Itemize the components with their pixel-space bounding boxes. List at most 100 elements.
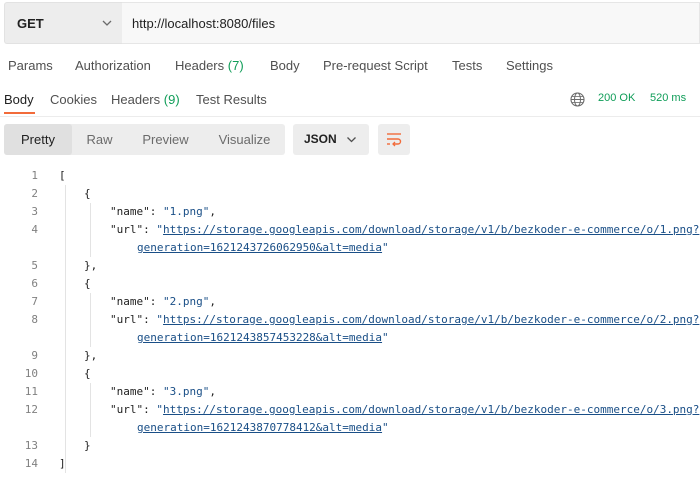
json-key: "name" <box>110 295 150 308</box>
code-line: generation=1621243870778412&alt=media" <box>137 421 389 434</box>
json-colon: : <box>143 313 157 326</box>
tab-settings[interactable]: Settings <box>506 58 553 73</box>
chevron-down-icon <box>102 20 112 26</box>
format-label: JSON <box>304 132 337 146</box>
line-number: 2 <box>31 187 38 200</box>
tab-test-results[interactable]: Test Results <box>196 92 267 107</box>
method-label: GET <box>17 15 44 31</box>
url-link[interactable]: generation=1621243857453228&alt=media <box>137 331 382 344</box>
request-bar: GET http://localhost:8080/files <box>4 2 700 44</box>
view-raw[interactable]: Raw <box>72 124 127 155</box>
line-number: 12 <box>24 403 38 416</box>
status-code[interactable]: 200 OK <box>598 92 635 104</box>
json-key: "url" <box>110 403 144 416</box>
code-line: "name": "3.png", <box>110 385 216 398</box>
view-pretty[interactable]: Pretty <box>4 124 72 155</box>
line-number: 1 <box>31 169 38 182</box>
tab-params[interactable]: Params <box>8 58 53 73</box>
json-quote: " <box>382 421 389 434</box>
tab-cookies[interactable]: Cookies <box>50 92 97 107</box>
wrap-lines-icon <box>387 133 402 147</box>
tab-headers-count: (7) <box>227 58 244 73</box>
tab-response-headers-label: Headers <box>111 92 161 107</box>
line-number: 14 <box>24 457 38 470</box>
url-link[interactable]: generation=1621243870778412&alt=media <box>137 421 382 434</box>
url-link[interactable]: https://storage.googleapis.com/download/… <box>163 403 699 416</box>
code-brace: } <box>84 439 91 452</box>
tab-headers-label: Headers <box>175 58 225 73</box>
json-quote: " <box>156 223 163 236</box>
method-select[interactable]: GET <box>4 2 122 44</box>
json-string: "3.png" <box>163 385 210 398</box>
url-link[interactable]: https://storage.googleapis.com/download/… <box>163 313 699 326</box>
json-key: "url" <box>110 223 144 236</box>
indent-guide <box>65 185 66 473</box>
url-link[interactable]: generation=1621243726062950&alt=media <box>137 241 382 254</box>
code-brace: { <box>84 277 91 290</box>
code-line: "name": "2.png", <box>110 295 216 308</box>
url-text: http://localhost:8080/files <box>132 15 276 31</box>
json-quote: " <box>156 403 163 416</box>
tab-response-headers[interactable]: Headers (9) <box>111 92 180 107</box>
tab-prerequest-script[interactable]: Pre-request Script <box>323 58 428 73</box>
tab-response-body[interactable]: Body <box>4 92 34 107</box>
code-brace: { <box>84 187 91 200</box>
view-mode-toggle: Pretty Raw Preview Visualize <box>4 124 285 155</box>
active-tab-indicator <box>4 112 35 114</box>
code-line: "url": "https://storage.googleapis.com/d… <box>110 313 699 326</box>
view-preview[interactable]: Preview <box>127 124 204 155</box>
json-key: "name" <box>110 205 150 218</box>
json-quote: " <box>382 331 389 344</box>
code-brace: }, <box>84 259 98 272</box>
json-string: "1.png" <box>163 205 210 218</box>
json-quote: " <box>382 241 389 254</box>
line-number: 11 <box>24 385 38 398</box>
code-brace: { <box>84 367 91 380</box>
view-visualize[interactable]: Visualize <box>204 124 285 155</box>
code-bracket: [ <box>59 169 66 182</box>
line-number: 5 <box>31 259 38 272</box>
line-number: 6 <box>31 277 38 290</box>
indent-guide <box>90 203 91 257</box>
divider <box>0 116 700 117</box>
tab-body[interactable]: Body <box>270 58 300 73</box>
json-colon: : <box>143 223 157 236</box>
tab-tests[interactable]: Tests <box>452 58 482 73</box>
format-select[interactable]: JSON <box>293 124 369 155</box>
globe-icon[interactable] <box>570 92 585 107</box>
json-quote: " <box>156 313 163 326</box>
line-number: 10 <box>24 367 38 380</box>
json-colon: : <box>149 385 163 398</box>
code-line: "url": "https://storage.googleapis.com/d… <box>110 403 699 416</box>
code-line: "name": "1.png", <box>110 205 216 218</box>
line-number: 7 <box>31 295 38 308</box>
code-line: "url": "https://storage.googleapis.com/d… <box>110 223 699 236</box>
code-line: generation=1621243857453228&alt=media" <box>137 331 389 344</box>
json-key: "name" <box>110 385 150 398</box>
json-comma: , <box>209 295 216 308</box>
response-time[interactable]: 520 ms <box>650 92 686 104</box>
json-key: "url" <box>110 313 144 326</box>
indent-guide <box>90 383 91 437</box>
code-brace: }, <box>84 349 98 362</box>
wrap-lines-button[interactable] <box>378 124 410 155</box>
indent-guide <box>90 293 91 347</box>
json-colon: : <box>143 403 157 416</box>
tab-response-headers-count: (9) <box>163 92 180 107</box>
chevron-down-icon <box>347 137 356 143</box>
json-comma: , <box>209 385 216 398</box>
url-link[interactable]: https://storage.googleapis.com/download/… <box>163 223 699 236</box>
response-tabs: Body Cookies Headers (9) Test Results <box>0 90 700 116</box>
tab-authorization[interactable]: Authorization <box>75 58 151 73</box>
code-bracket: ] <box>59 457 66 470</box>
tab-headers[interactable]: Headers (7) <box>175 58 244 73</box>
line-number: 4 <box>31 223 38 236</box>
line-number: 3 <box>31 205 38 218</box>
line-number: 8 <box>31 313 38 326</box>
json-colon: : <box>149 295 163 308</box>
code-line: generation=1621243726062950&alt=media" <box>137 241 389 254</box>
url-input[interactable]: http://localhost:8080/files <box>122 2 700 44</box>
json-comma: , <box>209 205 216 218</box>
json-string: "2.png" <box>163 295 210 308</box>
json-colon: : <box>149 205 163 218</box>
